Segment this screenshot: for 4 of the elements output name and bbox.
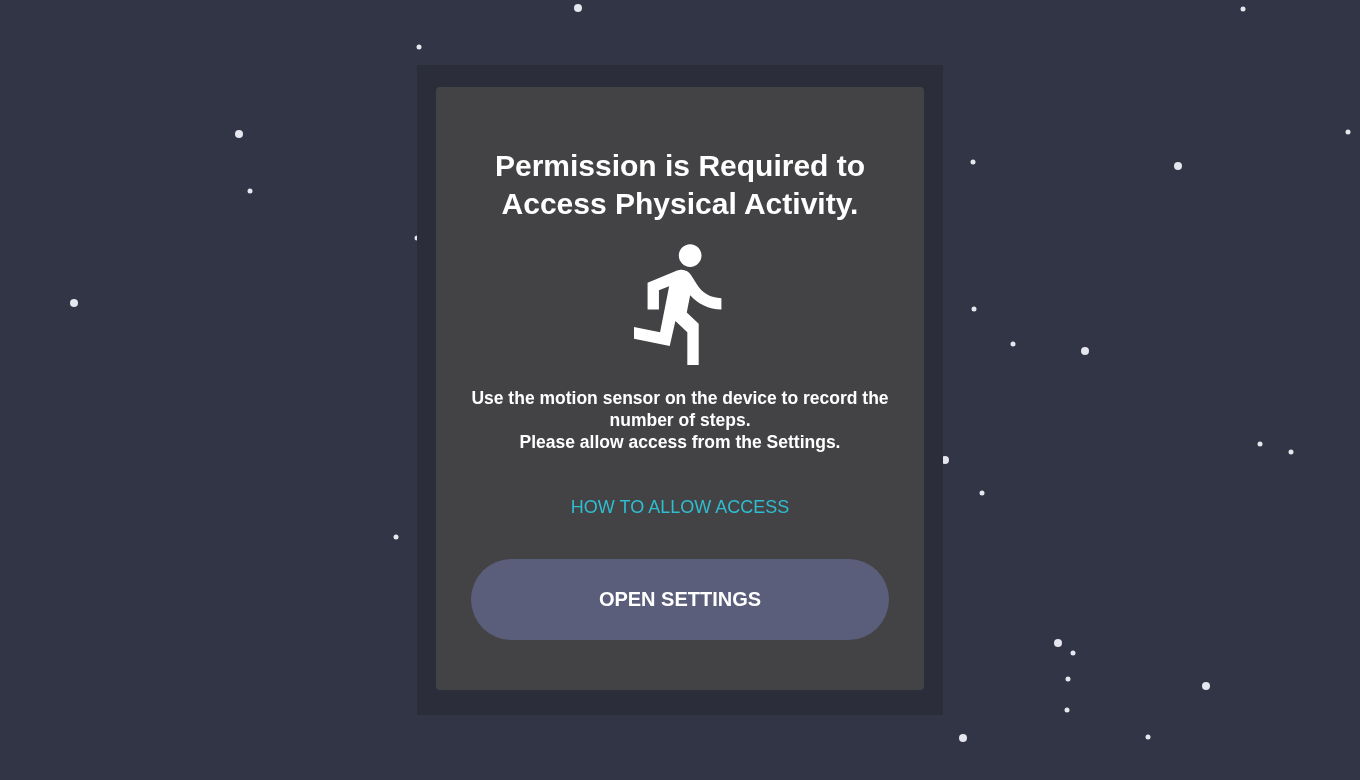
dialog-message: Use the motion sensor on the device to record the number of steps. Please allow access from the Settings. <box>470 387 890 453</box>
dialog-title: Permission is Required to Access Physical Activity. <box>493 148 867 222</box>
open-settings-button[interactable]: OPEN SETTINGS <box>471 559 889 640</box>
how-to-allow-link[interactable]: HOW TO ALLOW ACCESS <box>570 496 790 518</box>
